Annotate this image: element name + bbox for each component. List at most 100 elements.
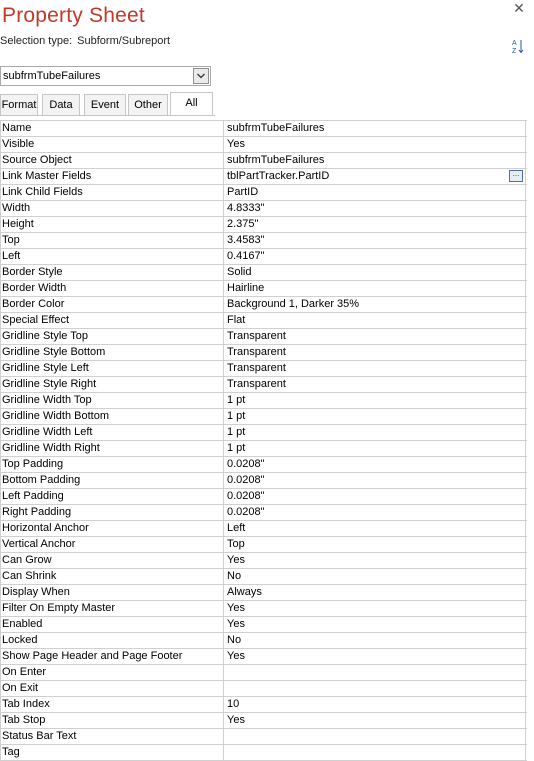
property-value-field[interactable]: Left — [225, 521, 526, 536]
property-value-field[interactable]: 0.4167" — [225, 249, 526, 264]
property-row[interactable]: Gridline Width Left 1 pt — [1, 425, 527, 441]
property-row[interactable]: Width 4.8333" — [1, 201, 527, 217]
property-value-field[interactable]: 2.375" — [225, 217, 526, 232]
property-value-field[interactable]: Transparent — [225, 377, 526, 392]
property-value: No — [227, 570, 242, 582]
tab-all[interactable]: All — [170, 92, 213, 115]
property-row[interactable]: Visible Yes — [1, 137, 527, 153]
property-row[interactable]: Left Padding 0.0208" — [1, 489, 527, 505]
property-row[interactable]: On Exit — [1, 681, 527, 697]
property-value-field[interactable]: 0.0208" — [225, 489, 526, 504]
property-value: Yes — [227, 650, 245, 662]
tab-event[interactable]: Event — [84, 94, 126, 115]
property-value-field[interactable]: Always — [225, 585, 526, 600]
property-value-field[interactable]: PartID — [225, 185, 526, 200]
property-row[interactable]: Right Padding 0.0208" — [1, 505, 527, 521]
property-row[interactable]: Can Shrink No — [1, 569, 527, 585]
property-row[interactable]: Bottom Padding 0.0208" — [1, 473, 527, 489]
property-row[interactable]: Display When Always — [1, 585, 527, 601]
sort-a-z-icon[interactable]: A Z — [512, 38, 524, 54]
property-value-field[interactable] — [225, 745, 526, 760]
dropdown-button[interactable] — [193, 68, 209, 84]
property-value-field[interactable]: Solid — [225, 265, 526, 280]
property-row[interactable]: Tab Index 10 — [1, 697, 527, 713]
property-row[interactable]: Special Effect Flat — [1, 313, 527, 329]
property-row[interactable]: Name subfrmTubeFailures — [1, 121, 527, 137]
property-value-field[interactable]: 1 pt — [225, 425, 526, 440]
property-row[interactable]: Tag — [1, 745, 527, 761]
property-row[interactable]: Vertical Anchor Top — [1, 537, 527, 553]
builder-ellipsis-button[interactable]: ... — [509, 170, 523, 182]
property-row[interactable]: Enabled Yes — [1, 617, 527, 633]
property-value-field[interactable]: subfrmTubeFailures — [225, 121, 526, 136]
property-value-field[interactable]: 4.8333" — [225, 201, 526, 216]
property-value-field[interactable]: Yes — [225, 713, 526, 728]
property-row[interactable]: Can Grow Yes — [1, 553, 527, 569]
property-name: Gridline Style Top — [1, 329, 224, 344]
property-value-field[interactable]: 10 — [225, 697, 526, 712]
tab-data[interactable]: Data — [42, 94, 80, 115]
property-row[interactable]: Gridline Style Bottom Transparent — [1, 345, 527, 361]
property-row[interactable]: Gridline Width Bottom 1 pt — [1, 409, 527, 425]
property-name: Top Padding — [1, 457, 224, 472]
property-value-field[interactable]: subfrmTubeFailures — [225, 153, 526, 168]
property-row[interactable]: Gridline Style Top Transparent — [1, 329, 527, 345]
property-row[interactable]: Height 2.375" — [1, 217, 527, 233]
property-row[interactable]: Link Child Fields PartID — [1, 185, 527, 201]
tab-format[interactable]: Format — [0, 94, 38, 115]
property-value: 0.0208" — [227, 474, 265, 486]
property-row[interactable]: Horizontal Anchor Left — [1, 521, 527, 537]
property-row[interactable]: Top 3.4583" — [1, 233, 527, 249]
property-value-field[interactable]: 1 pt — [225, 393, 526, 408]
property-value-field[interactable]: Hairline — [225, 281, 526, 296]
property-value-field[interactable]: No — [225, 569, 526, 584]
property-value-field[interactable]: Transparent — [225, 361, 526, 376]
selection-type-label: Selection type: — [0, 35, 73, 47]
property-row[interactable]: Status Bar Text — [1, 729, 527, 745]
property-row[interactable]: Gridline Style Right Transparent — [1, 377, 527, 393]
property-name: Enabled — [1, 617, 224, 632]
property-value-field[interactable]: Yes — [225, 137, 526, 152]
property-row[interactable]: Top Padding 0.0208" — [1, 457, 527, 473]
property-row[interactable]: Link Master Fields tblPartTracker.PartID.… — [1, 169, 527, 185]
property-value-field[interactable]: 1 pt — [225, 441, 526, 456]
property-value-field[interactable]: Transparent — [225, 329, 526, 344]
property-value-field[interactable]: Top — [225, 537, 526, 552]
property-row[interactable]: Left 0.4167" — [1, 249, 527, 265]
property-value-field[interactable]: tblPartTracker.PartID... — [225, 169, 526, 184]
property-row[interactable]: Filter On Empty Master Yes — [1, 601, 527, 617]
property-value-field[interactable] — [225, 729, 526, 744]
object-selector-combo[interactable]: subfrmTubeFailures — [0, 66, 211, 86]
property-value-field[interactable]: 3.4583" — [225, 233, 526, 248]
property-value: subfrmTubeFailures — [227, 122, 325, 134]
property-value-field[interactable]: 0.0208" — [225, 473, 526, 488]
property-value-field[interactable]: Flat — [225, 313, 526, 328]
property-value-field[interactable]: 0.0208" — [225, 505, 526, 520]
property-row[interactable]: Locked No — [1, 633, 527, 649]
property-value-field[interactable]: Yes — [225, 601, 526, 616]
property-value-field[interactable]: 1 pt — [225, 409, 526, 424]
property-value-field[interactable] — [225, 665, 526, 680]
property-name: Gridline Style Bottom — [1, 345, 224, 360]
property-name: Gridline Width Left — [1, 425, 224, 440]
property-row[interactable]: Tab Stop Yes — [1, 713, 527, 729]
property-row[interactable]: Gridline Style Left Transparent — [1, 361, 527, 377]
property-value-field[interactable]: 0.0208" — [225, 457, 526, 472]
property-row[interactable]: Gridline Width Top 1 pt — [1, 393, 527, 409]
property-row[interactable]: Border Style Solid — [1, 265, 527, 281]
property-value-field[interactable]: Yes — [225, 553, 526, 568]
property-row[interactable]: Show Page Header and Page Footer Yes — [1, 649, 527, 665]
property-row[interactable]: Border Color Background 1, Darker 35% — [1, 297, 527, 313]
property-value-field[interactable]: No — [225, 633, 526, 648]
property-row[interactable]: Gridline Width Right 1 pt — [1, 441, 527, 457]
close-icon[interactable]: ✕ — [512, 1, 526, 15]
property-row[interactable]: On Enter — [1, 665, 527, 681]
property-value-field[interactable]: Background 1, Darker 35% — [225, 297, 526, 312]
property-value-field[interactable]: Transparent — [225, 345, 526, 360]
property-value-field[interactable]: Yes — [225, 649, 526, 664]
property-value-field[interactable]: Yes — [225, 617, 526, 632]
tab-other[interactable]: Other — [128, 94, 168, 115]
property-value-field[interactable] — [225, 681, 526, 696]
property-row[interactable]: Border Width Hairline — [1, 281, 527, 297]
property-row[interactable]: Source Object subfrmTubeFailures — [1, 153, 527, 169]
